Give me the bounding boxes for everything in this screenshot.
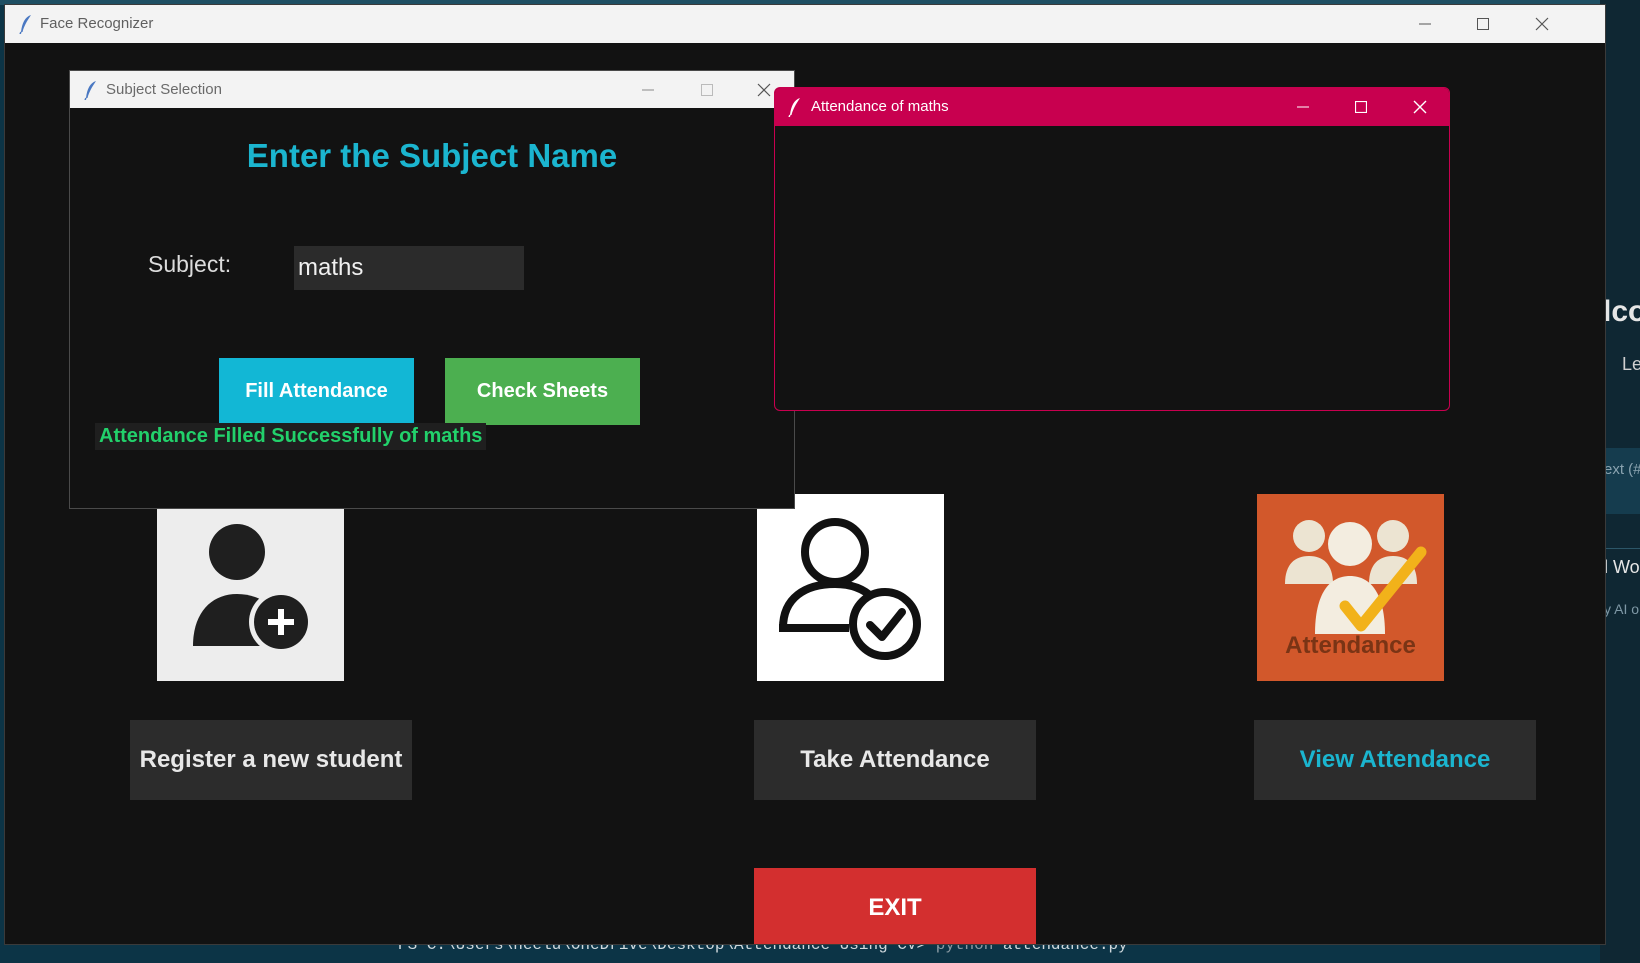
- fill-attendance-button[interactable]: Fill Attendance: [219, 358, 414, 425]
- add-user-icon: [193, 524, 313, 654]
- view-attendance-image: Attendance: [1257, 494, 1444, 681]
- minimize-icon: [1419, 23, 1431, 25]
- attendance-maximize-button[interactable]: [1332, 88, 1390, 126]
- feather-icon: [19, 15, 31, 34]
- maximize-icon: [1477, 18, 1489, 30]
- subject-window-title: Subject Selection: [106, 81, 222, 98]
- status-message: Attendance Filled Successfully of maths: [95, 423, 487, 450]
- feather-icon: [84, 81, 96, 100]
- subject-minimize-button[interactable]: [619, 71, 677, 108]
- background-panel-box: [1603, 448, 1640, 514]
- main-titlebar[interactable]: Face Recognizer: [5, 5, 1605, 43]
- register-student-image: [157, 494, 344, 681]
- exit-button[interactable]: EXIT: [754, 868, 1036, 944]
- minimize-icon: [642, 89, 654, 90]
- register-student-button[interactable]: Register a new student: [130, 720, 412, 800]
- close-icon: [1535, 17, 1549, 31]
- subject-titlebar[interactable]: Subject Selection: [70, 71, 794, 108]
- minimize-icon: [1297, 106, 1309, 108]
- subject-selection-window: Subject Selection Enter the Subject Name…: [69, 70, 795, 509]
- attendance-popup-titlebar[interactable]: Attendance of maths: [775, 88, 1449, 126]
- attendance-popup-window: Attendance of maths: [774, 87, 1450, 411]
- close-button[interactable]: [1513, 5, 1571, 43]
- maximize-button[interactable]: [1454, 5, 1512, 43]
- attendance-popup-title: Attendance of maths: [811, 98, 949, 115]
- subject-label: Subject:: [148, 251, 232, 277]
- take-attendance-image: [757, 494, 944, 681]
- minimize-button[interactable]: [1396, 5, 1454, 43]
- background-panel-subtitle: Le: [1622, 354, 1640, 374]
- close-icon: [1413, 100, 1427, 114]
- check-sheets-button[interactable]: Check Sheets: [445, 358, 640, 425]
- feather-icon: [788, 98, 800, 117]
- attendance-popup-content: [775, 126, 1449, 410]
- background-panel-divider: [1603, 548, 1640, 549]
- subject-heading: Enter the Subject Name: [246, 137, 618, 174]
- attendance-minimize-button[interactable]: [1274, 88, 1332, 126]
- background-panel-box-text: ext (#: [1604, 461, 1640, 478]
- view-attendance-button[interactable]: View Attendance: [1254, 720, 1536, 800]
- attendance-close-button[interactable]: [1391, 88, 1449, 126]
- maximize-icon: [1355, 101, 1367, 113]
- background-panel-title: lco: [1603, 295, 1640, 328]
- background-panel-link: l Wor: [1604, 557, 1640, 577]
- subject-input[interactable]: [294, 246, 524, 290]
- take-attendance-button[interactable]: Take Attendance: [754, 720, 1036, 800]
- attendance-tile-caption: Attendance: [1285, 632, 1416, 659]
- maximize-icon: [701, 83, 713, 96]
- subject-maximize-button[interactable]: [678, 71, 736, 108]
- background-panel-note: y AI o: [1604, 601, 1640, 617]
- user-check-icon: [779, 518, 921, 660]
- close-icon: [757, 83, 771, 96]
- main-window-title: Face Recognizer: [40, 15, 154, 32]
